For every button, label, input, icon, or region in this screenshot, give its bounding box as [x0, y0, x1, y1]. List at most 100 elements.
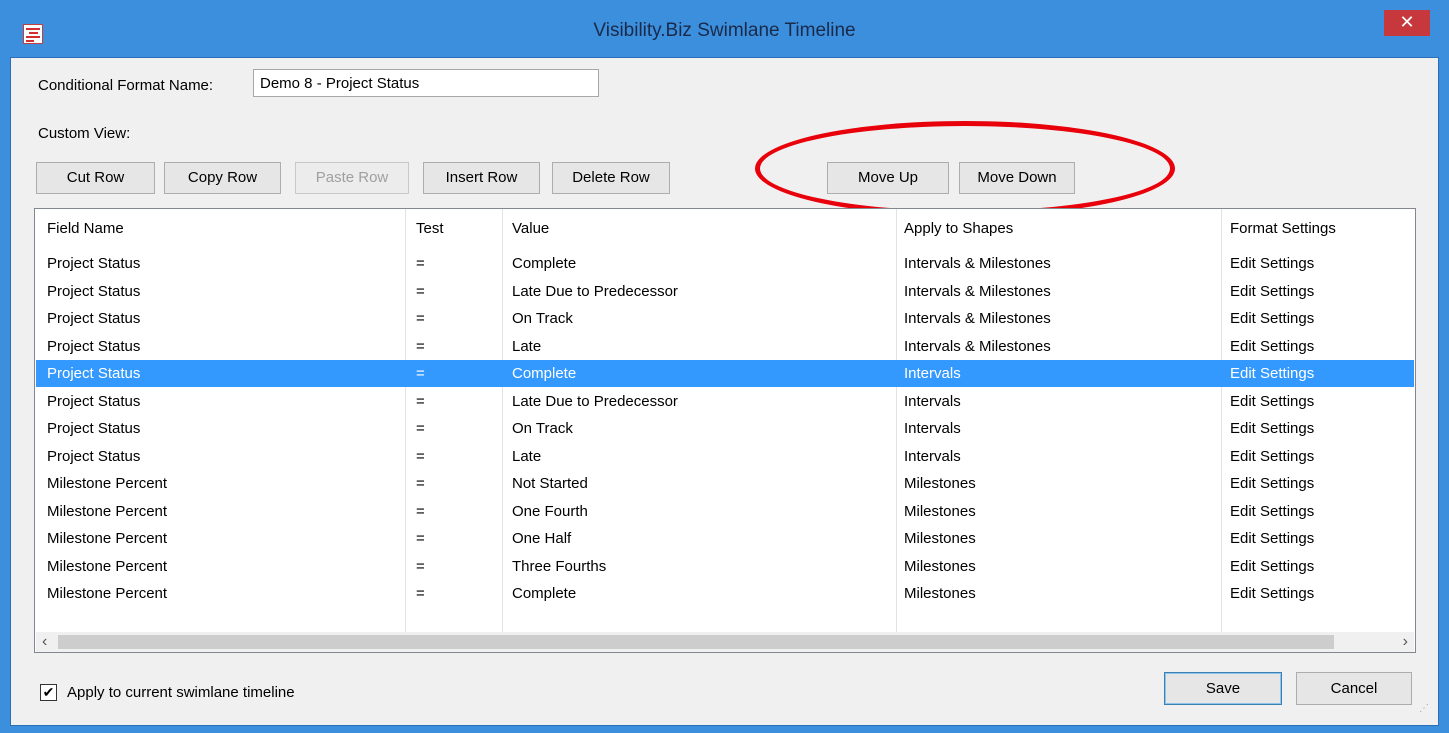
cell-format-settings[interactable]: Edit Settings [1230, 553, 1314, 580]
cell-value: One Half [512, 530, 572, 547]
table-row[interactable]: Project Status = Late Due to Predecessor In… [36, 278, 1414, 305]
table-row[interactable]: Project Status = Complete Intervals Edit Set… [36, 360, 1414, 387]
cut-row-button[interactable]: Cut Row [36, 162, 155, 194]
cell-value: One Fourth [512, 502, 588, 520]
cell-field-name: Milestone Percent [47, 585, 168, 602]
cell-format-settings[interactable]: Edit Settings [1230, 278, 1314, 305]
horizontal-scrollbar[interactable]: ‹ › [36, 632, 1414, 652]
cell-format-settings[interactable]: Edit Settings [1230, 525, 1314, 552]
cell-apply-to-shapes: Milestones [904, 502, 976, 520]
column-header-field-name[interactable]: Field Name [47, 209, 124, 249]
cell-value: Not Started [512, 475, 588, 492]
format-name-input[interactable] [253, 69, 599, 97]
scroll-left-icon[interactable]: ‹ [42, 632, 47, 652]
cell-value: Late Due to Predecessor [512, 282, 678, 300]
cell-field-name: Project Status [47, 337, 141, 355]
resize-grip-icon[interactable]: ⋰ [1419, 704, 1431, 718]
cell-field-name: Project Status [47, 310, 141, 327]
cell-format-settings[interactable]: Edit Settings [1230, 443, 1314, 470]
close-button[interactable]: ✕ [1384, 10, 1430, 36]
cell-apply-to-shapes: Milestones [904, 585, 976, 602]
cell-value: Late [512, 337, 542, 355]
cell-format-settings[interactable]: Edit Settings [1230, 360, 1314, 387]
custom-view-label: Custom View: [38, 125, 131, 142]
cell-field-name: Project Status [47, 447, 141, 465]
cell-test: = [416, 585, 425, 602]
dialog-body: Conditional Format Name: Custom View: Cu… [10, 57, 1439, 726]
cell-apply-to-shapes: Intervals [904, 420, 961, 437]
apply-label[interactable]: Apply to current swimlane timeline [67, 684, 295, 701]
cell-format-settings[interactable]: Edit Settings [1230, 333, 1314, 360]
cell-format-settings[interactable]: Edit Settings [1230, 250, 1314, 277]
cell-value: Complete [512, 585, 577, 602]
title-bar[interactable]: Visibility.Biz Swimlane Timeline ✕ [0, 0, 1449, 62]
table-row[interactable]: Project Status = Complete Intervals & Miles… [36, 250, 1414, 277]
cell-value: Late [512, 447, 542, 465]
table-row[interactable]: Milestone Percent = One Half Milestones Edit… [36, 525, 1414, 552]
cell-value: Complete [512, 255, 577, 272]
column-header-test[interactable]: Test [416, 209, 444, 249]
cell-value: Late Due to Predecessor [512, 392, 678, 410]
checkmark-icon: ✔ [42, 684, 55, 700]
paste-row-button[interactable]: Paste Row [295, 162, 409, 194]
cell-apply-to-shapes: Milestones [904, 557, 976, 575]
cell-value: Complete [512, 365, 577, 382]
cell-test: = [416, 337, 425, 355]
cell-format-settings[interactable]: Edit Settings [1230, 498, 1314, 525]
cell-field-name: Project Status [47, 392, 141, 410]
cell-value: Three Fourths [512, 557, 607, 575]
cell-apply-to-shapes: Intervals [904, 365, 961, 382]
cell-field-name: Milestone Percent [47, 557, 168, 575]
column-header-apply-to-shapes[interactable]: Apply to Shapes [904, 209, 1013, 249]
cell-test: = [416, 365, 425, 382]
cell-field-name: Milestone Percent [47, 475, 168, 492]
table-row[interactable]: Project Status = Late Intervals & Milestone… [36, 333, 1414, 360]
cell-format-settings[interactable]: Edit Settings [1230, 470, 1314, 497]
cell-test: = [416, 475, 425, 492]
cell-field-name: Project Status [47, 282, 141, 300]
cell-field-name: Project Status [47, 420, 141, 437]
delete-row-button[interactable]: Delete Row [552, 162, 670, 194]
move-up-button[interactable]: Move Up [827, 162, 949, 194]
cell-format-settings[interactable]: Edit Settings [1230, 388, 1314, 415]
format-name-label: Conditional Format Name: [38, 77, 214, 94]
cell-test: = [416, 282, 425, 300]
table-row[interactable]: Project Status = Late Intervals Edit Setting… [36, 443, 1414, 470]
dialog-window: Visibility.Biz Swimlane Timeline ✕ Condi… [0, 0, 1449, 733]
table-row[interactable]: Milestone Percent = One Fourth Milestones Ed… [36, 498, 1414, 525]
cell-format-settings[interactable]: Edit Settings [1230, 580, 1314, 607]
cell-field-name: Milestone Percent [47, 530, 168, 547]
copy-row-button[interactable]: Copy Row [164, 162, 281, 194]
cell-test: = [416, 557, 425, 575]
cell-format-settings[interactable]: Edit Settings [1230, 415, 1314, 442]
cell-format-settings[interactable]: Edit Settings [1230, 305, 1314, 332]
table-row[interactable]: Project Status = On Track Intervals Edit Set… [36, 415, 1414, 442]
cell-apply-to-shapes: Milestones [904, 475, 976, 492]
cell-apply-to-shapes: Intervals [904, 447, 961, 465]
cell-test: = [416, 502, 425, 520]
cell-test: = [416, 255, 425, 272]
cell-apply-to-shapes: Intervals & Milestones [904, 337, 1051, 355]
cell-test: = [416, 530, 425, 547]
table-row[interactable]: Milestone Percent = Three Fourths Milestone… [36, 553, 1414, 580]
table-row[interactable]: Project Status = On Track Intervals & Miles… [36, 305, 1414, 332]
cell-apply-to-shapes: Milestones [904, 530, 976, 547]
table-row[interactable]: Milestone Percent = Not Started Milestones E… [36, 470, 1414, 497]
table-row[interactable]: Project Status = Late Due to Predecessor In… [36, 388, 1414, 415]
save-button[interactable]: Save [1164, 672, 1282, 705]
cell-apply-to-shapes: Intervals & Milestones [904, 310, 1051, 327]
table-row[interactable]: Milestone Percent = Complete Milestones Edit… [36, 580, 1414, 607]
cell-value: On Track [512, 310, 573, 327]
cell-test: = [416, 447, 425, 465]
cancel-button[interactable]: Cancel [1296, 672, 1412, 705]
column-header-format-settings[interactable]: Format Settings [1230, 209, 1336, 249]
insert-row-button[interactable]: Insert Row [423, 162, 540, 194]
cell-test: = [416, 420, 425, 437]
scroll-thumb[interactable] [58, 635, 1334, 649]
conditions-grid[interactable]: Field Name Test Value Apply to Shapes Fo… [34, 208, 1416, 653]
move-down-button[interactable]: Move Down [959, 162, 1075, 194]
cell-apply-to-shapes: Intervals [904, 392, 961, 410]
apply-checkbox[interactable]: ✔ [40, 684, 57, 701]
scroll-right-icon[interactable]: › [1403, 632, 1408, 652]
column-header-value[interactable]: Value [512, 209, 549, 249]
